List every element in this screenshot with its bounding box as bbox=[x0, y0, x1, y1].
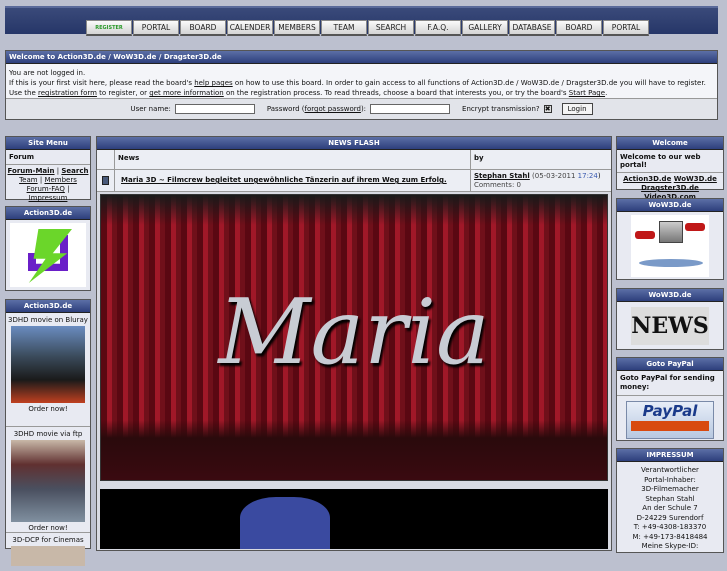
password-input[interactable] bbox=[370, 104, 451, 114]
login-button[interactable]: Login bbox=[561, 103, 593, 115]
forum-faq-link[interactable]: Forum-FAQ bbox=[27, 185, 65, 193]
bluray-cover-image[interactable] bbox=[11, 326, 85, 403]
encrypt-label: Encrypt transmission? bbox=[462, 105, 540, 113]
wow3d-mascot-image[interactable] bbox=[631, 215, 709, 277]
site-menu-title: Site Menu bbox=[6, 137, 90, 150]
nav-portal[interactable]: PORTAL bbox=[133, 20, 179, 36]
impressum-text: Verantwortlicher Portal-Inhaber: 3D-Filmem… bbox=[632, 466, 708, 550]
nav-board-2[interactable]: BOARD bbox=[556, 20, 602, 36]
action3d-products-title: Action3D.de bbox=[6, 300, 90, 313]
nav-gallery[interactable]: GALLERY bbox=[462, 20, 508, 36]
username-input[interactable] bbox=[174, 104, 255, 114]
news-thread-icon bbox=[102, 176, 109, 185]
more-info-link[interactable]: get more information bbox=[149, 89, 223, 97]
intro-text: on the registration process. To read thr… bbox=[223, 89, 569, 97]
nav-board[interactable]: BOARD bbox=[180, 20, 226, 36]
news-date: (05-03-2011 bbox=[532, 172, 578, 180]
action3d-box: Action3D.de bbox=[5, 206, 91, 291]
username-label: User name: bbox=[130, 105, 171, 113]
nav-members[interactable]: MEMBERS bbox=[274, 20, 320, 36]
welcome-box: Welcome Welcome to our web portal! Actio… bbox=[616, 136, 724, 201]
intro-text: to register, or bbox=[96, 89, 150, 97]
product-item: 3DHD movie via ftp Order now! bbox=[6, 427, 90, 533]
help-pages-link[interactable]: help pages bbox=[194, 79, 233, 87]
registration-form-link[interactable]: registration form bbox=[38, 89, 97, 97]
start-page-link[interactable]: Start Page bbox=[569, 89, 605, 97]
news-title-link[interactable]: Maria 3D ~ Filmcrew begleitet ungewöhnli… bbox=[115, 170, 471, 191]
encrypt-checkbox[interactable]: ✖ bbox=[543, 105, 552, 113]
paypal-box: Goto PayPal Goto PayPal for sending mone… bbox=[616, 357, 724, 441]
nav-faq[interactable]: F.A.Q. bbox=[415, 20, 461, 36]
team-link[interactable]: Team bbox=[19, 176, 38, 184]
impressum-title: IMPRESSUM bbox=[617, 449, 723, 462]
action3d-products-box: Action3D.de 3DHD movie on Bluray Order n… bbox=[5, 299, 91, 566]
nav-team[interactable]: TEAM bbox=[321, 20, 367, 36]
wow3d-title: WoW3D.de bbox=[617, 199, 723, 212]
intro-text: . bbox=[605, 89, 608, 97]
welcome-text: Welcome to our web portal! bbox=[617, 150, 723, 173]
product-label: 3D-DCP for Cinemas bbox=[12, 536, 84, 544]
product-label: 3DHD movie via ftp bbox=[13, 430, 83, 438]
news-flash-title: NEWS FLASH bbox=[97, 137, 611, 150]
nav-register[interactable]: REGISTER bbox=[86, 20, 132, 36]
nav-portal-2[interactable]: PORTAL bbox=[603, 20, 649, 36]
dcp-cover-image[interactable] bbox=[11, 546, 85, 566]
news-row: Maria 3D ~ Filmcrew begleitet ungewöhnli… bbox=[97, 170, 611, 192]
wow3d-box: WoW3D.de bbox=[616, 198, 724, 280]
site-menu: Site Menu Forum Forum-Main | Search Team… bbox=[5, 136, 91, 202]
welcome-title: Welcome to Action3D.de / WoW3D.de / Drag… bbox=[6, 51, 717, 64]
dragster3d-link[interactable]: Dragster3D.de bbox=[641, 184, 699, 192]
forum-main-link[interactable]: Forum-Main bbox=[8, 167, 55, 175]
wow3d-news-title: WoW3D.de bbox=[617, 289, 723, 302]
welcome-panel: Welcome to Action3D.de / WoW3D.de / Drag… bbox=[5, 50, 718, 120]
author-link[interactable]: Stephan Stahl bbox=[474, 172, 530, 180]
welcome-box-title: Welcome bbox=[617, 137, 723, 150]
main-nav: REGISTER PORTAL BOARD CALENDER MEMBERS T… bbox=[86, 20, 649, 36]
search-link[interactable]: Search bbox=[61, 167, 88, 175]
news-time: 17:24 bbox=[577, 172, 598, 180]
news-image-theater[interactable]: Maria bbox=[100, 194, 608, 481]
product-item: 3D-DCP for Cinemas bbox=[6, 533, 90, 571]
members-link[interactable]: Members bbox=[44, 176, 76, 184]
news-column-header: News bbox=[115, 150, 471, 169]
by-column-header: by bbox=[474, 154, 484, 162]
forgot-password-link[interactable]: forgot password bbox=[305, 105, 361, 113]
nav-calender[interactable]: CALENDER bbox=[227, 20, 273, 36]
action3d-logo[interactable] bbox=[10, 223, 86, 287]
product-label: 3DHD movie on Bluray bbox=[8, 316, 88, 324]
password-label: Password (forgot password): bbox=[266, 105, 367, 113]
news-image[interactable]: NEWS bbox=[631, 307, 709, 345]
not-logged-text: You are not logged in. bbox=[9, 69, 86, 77]
news-flash: NEWS FLASH News by Maria 3D ~ Filmcrew b… bbox=[96, 136, 612, 551]
intro-text: If this is your first visit here, please… bbox=[9, 79, 195, 87]
order-now-link[interactable]: Order now! bbox=[6, 405, 90, 413]
paypal-title: Goto PayPal bbox=[617, 358, 723, 371]
news-image-2[interactable] bbox=[100, 489, 608, 549]
comments-count: Comments: 0 bbox=[474, 181, 521, 189]
order-now-link[interactable]: Order now! bbox=[6, 524, 90, 532]
product-item: 3DHD movie on Bluray Order now! bbox=[6, 313, 90, 427]
wow3d-link[interactable]: WoW3D.de bbox=[674, 175, 717, 183]
forum-heading: Forum bbox=[6, 150, 90, 165]
impressum-link[interactable]: Impressum bbox=[29, 194, 68, 202]
action3d-title: Action3D.de bbox=[6, 207, 90, 220]
impressum-box: IMPRESSUM Verantwortlicher Portal-Inhaber… bbox=[616, 448, 724, 553]
nav-search[interactable]: SEARCH bbox=[368, 20, 414, 36]
action3d-link[interactable]: Action3D.de bbox=[623, 175, 671, 183]
paypal-button[interactable]: PayPal bbox=[626, 401, 714, 439]
wow3d-news-box: WoW3D.de NEWS bbox=[616, 288, 724, 350]
ftp-cover-image[interactable] bbox=[11, 440, 85, 522]
paypal-text: Goto PayPal for sending money: bbox=[617, 371, 723, 396]
nav-database[interactable]: DATABASE bbox=[509, 20, 555, 36]
maria-logo-text: Maria bbox=[218, 280, 490, 385]
